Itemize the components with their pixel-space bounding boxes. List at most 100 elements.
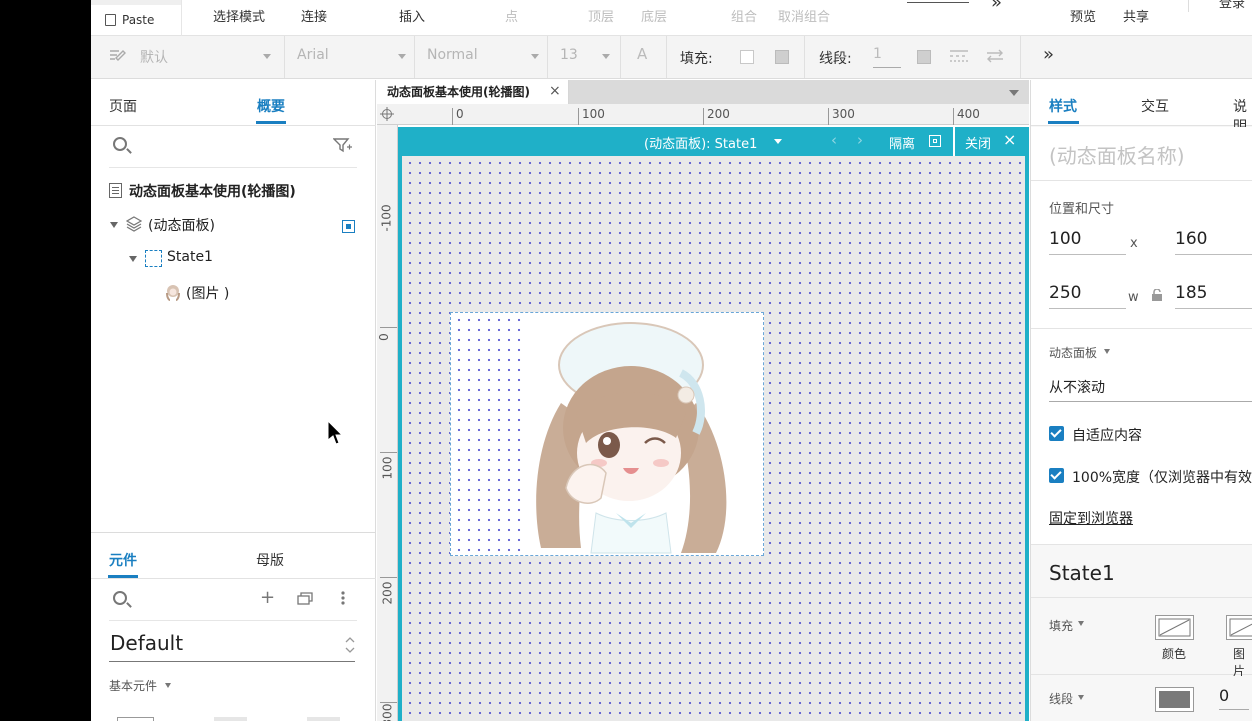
chevron-down-icon	[602, 54, 610, 59]
outline-row-dynamic-panel[interactable]: (动态面板)	[91, 212, 376, 242]
chevron-down-icon[interactable]	[1009, 90, 1019, 96]
state-name-label[interactable]: State1	[1049, 561, 1115, 585]
preview-button[interactable]: 预览	[1070, 6, 1096, 25]
ruler-label: -100	[379, 204, 394, 232]
scroll-select[interactable]: 从不滚动	[1049, 377, 1252, 402]
isolate-button[interactable]: 隔离	[889, 133, 915, 152]
widget-thumb[interactable]	[117, 717, 154, 721]
arrow-style-icon[interactable]	[985, 49, 1005, 63]
panel-state-select[interactable]: (动态面板): State1	[644, 133, 757, 152]
select-mode-button[interactable]: 选择模式	[213, 6, 265, 25]
ruler-tick	[380, 452, 397, 453]
close-icon[interactable]: ×	[549, 83, 561, 99]
style-select[interactable]: 默认	[140, 47, 168, 71]
fill-title[interactable]: 填充	[1049, 617, 1073, 634]
panel-visibility-toggle[interactable]	[342, 220, 355, 233]
document-tab[interactable]: 动态面板基本使用(轮播图) ×	[377, 80, 569, 104]
prev-state-icon[interactable]: ‹	[831, 131, 837, 149]
y-input[interactable]: 160	[1175, 229, 1252, 255]
share-button[interactable]: 共享	[1123, 6, 1149, 25]
format-divider	[1020, 36, 1021, 78]
fit-content-checkbox[interactable]	[1049, 426, 1064, 441]
stroke-width-input[interactable]: 0	[1219, 686, 1249, 710]
chevron-down-icon	[1104, 349, 1110, 354]
library-select[interactable]: Default	[110, 631, 183, 655]
stroke-color-swatch[interactable]	[917, 50, 931, 64]
font-family-select[interactable]: Arial	[297, 47, 329, 71]
login-button[interactable]: 登录	[1219, 0, 1245, 11]
font-size-select[interactable]: 13	[560, 47, 578, 71]
outline-row-state[interactable]: State1	[91, 246, 376, 276]
connect-button[interactable]: 连接	[301, 6, 327, 25]
library-group-label[interactable]: 基本元件	[109, 677, 157, 694]
widget-name-input[interactable]: (动态面板名称)	[1049, 140, 1185, 169]
full-width-checkbox[interactable]	[1049, 468, 1064, 483]
toolbar-divider	[1188, 0, 1189, 12]
insert-button[interactable]: 插入	[399, 6, 425, 25]
format-divider	[547, 36, 548, 78]
outline-state-label: State1	[167, 249, 213, 265]
dynamic-panel-title[interactable]: 动态面板	[1049, 344, 1097, 361]
widget-thumb[interactable]	[307, 717, 340, 721]
next-state-icon[interactable]: ›	[857, 131, 863, 149]
tab-style[interactable]: 样式	[1049, 96, 1077, 116]
fit-content-label: 自适应内容	[1072, 428, 1142, 444]
tab-pages[interactable]: 页面	[109, 96, 137, 116]
height-input[interactable]: 185	[1175, 283, 1252, 309]
position-size-title: 位置和尺寸	[1049, 202, 1115, 217]
chevron-down-icon	[165, 683, 171, 688]
ruler-label: 300	[380, 703, 395, 721]
stroke-width-input[interactable]: 1	[873, 46, 901, 68]
design-stage[interactable]: (动态面板): State1 ‹ › 隔离 关闭 ×	[398, 125, 1029, 721]
search-icon[interactable]	[113, 137, 127, 151]
lock-icon[interactable]	[1151, 288, 1163, 301]
active-tab-underline	[1048, 121, 1079, 124]
fill-color-button[interactable]	[1155, 615, 1194, 640]
more-vertical-icon[interactable]	[341, 590, 345, 606]
text-color-icon[interactable]: A	[637, 45, 647, 63]
tab-outline[interactable]: 概要	[257, 96, 285, 116]
stroke-title[interactable]: 线段	[1049, 690, 1073, 707]
fill-none-swatch[interactable]	[740, 50, 754, 64]
stroke-color-button[interactable]	[1155, 687, 1194, 712]
fill-color-swatch[interactable]	[775, 50, 789, 64]
filter-icon[interactable]	[332, 137, 353, 153]
close-icon[interactable]: ×	[1003, 130, 1016, 149]
fill-image-label: 图片	[1233, 647, 1246, 678]
format-toolbar: 默认 Arial Normal 13 A 填充: 线段: 1 »	[91, 36, 1252, 79]
stroke-pattern-icon[interactable]	[949, 49, 969, 63]
x-input[interactable]: 100	[1049, 229, 1126, 255]
outline-image-label: (图片 )	[186, 286, 230, 302]
fill-image-button[interactable]	[1226, 615, 1252, 640]
add-library-icon[interactable]: +	[260, 587, 275, 608]
chevron-down-icon	[398, 54, 406, 59]
carousel-image[interactable]	[450, 312, 764, 556]
pin-to-browser-link[interactable]: 固定到浏览器	[1049, 508, 1133, 528]
ruler-label: 0	[456, 107, 464, 121]
tab-widgets[interactable]: 元件	[109, 550, 137, 570]
font-weight-select[interactable]: Normal	[427, 47, 478, 71]
width-input[interactable]: 250	[1049, 283, 1126, 309]
close-editor-button[interactable]: 关闭	[965, 133, 991, 152]
tab-masters[interactable]: 母版	[256, 550, 284, 570]
image-thumb-icon	[164, 283, 182, 301]
search-icon[interactable]	[113, 591, 127, 605]
ruler-label: 0	[376, 333, 391, 341]
group-button[interactable]: 组合	[731, 6, 757, 25]
active-tab-underline	[256, 121, 286, 124]
widget-thumb[interactable]	[214, 717, 247, 721]
library-windows-icon[interactable]	[297, 592, 315, 606]
crosshair-icon[interactable]	[380, 107, 394, 121]
outline-row-image[interactable]: (图片 )	[91, 280, 376, 310]
paste-button[interactable]: Paste	[105, 13, 154, 27]
tab-interactions[interactable]: 交互	[1141, 96, 1169, 116]
isolate-icon[interactable]	[929, 135, 941, 147]
outline-row-page[interactable]: 动态面板基本使用(轮播图)	[91, 178, 376, 208]
point-button[interactable]: 点	[505, 6, 518, 25]
ungroup-button[interactable]: 取消组合	[778, 6, 830, 25]
widget-name-section: (动态面板名称)	[1031, 127, 1252, 181]
toolbar-more-button[interactable]: »	[991, 0, 1002, 13]
format-more-button[interactable]: »	[1043, 44, 1054, 65]
bottom-layer-button[interactable]: 底层	[641, 6, 667, 25]
top-layer-button[interactable]: 顶层	[588, 6, 614, 25]
